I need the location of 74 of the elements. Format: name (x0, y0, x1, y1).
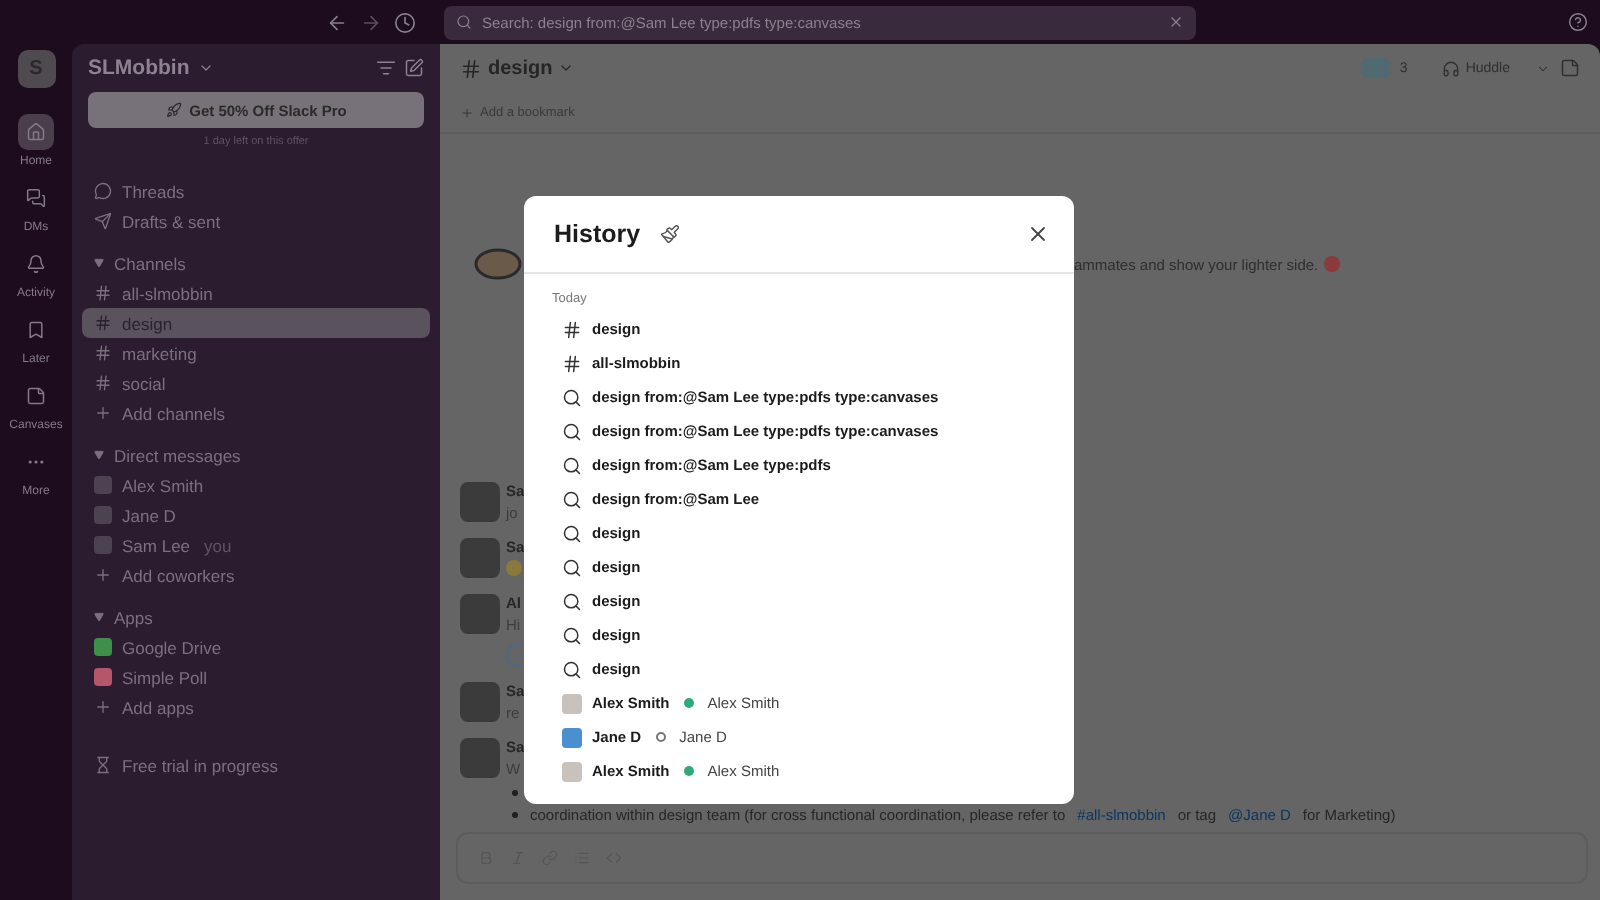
avatar-photo (460, 482, 500, 522)
plus-icon (94, 566, 112, 584)
sidebar-item[interactable]: marketing (82, 338, 430, 368)
sidebar-item[interactable]: social (82, 368, 430, 398)
avatar-photo (460, 538, 500, 578)
avatar-photo (460, 682, 500, 722)
workspace-name[interactable]: SLMobbin (88, 56, 190, 80)
search-icon (562, 455, 582, 475)
home-icon (26, 122, 46, 142)
sidebar-item[interactable]: Google Drive (82, 632, 430, 662)
hourglass-icon (94, 756, 112, 774)
brush-icon (660, 224, 681, 244)
forward-icon (360, 11, 382, 33)
close-icon (1026, 222, 1050, 246)
search-icon (562, 591, 582, 611)
sidebar-item[interactable]: Add apps (82, 692, 430, 722)
search-icon (562, 557, 582, 577)
sidebar-item[interactable]: Add coworkers (82, 560, 430, 590)
plus-icon (460, 105, 474, 119)
hash-icon (94, 284, 112, 302)
sidebar-item[interactable]: Alex Smith (82, 470, 430, 500)
search-icon (562, 421, 582, 441)
clear-icon (1168, 14, 1184, 30)
search-icon (562, 523, 582, 543)
sidebar-item[interactable]: Simple Poll (82, 662, 430, 692)
bullet-dot (512, 812, 518, 818)
section-header[interactable]: Channels (82, 248, 430, 278)
you-label: you (204, 535, 232, 555)
filter-icon (376, 58, 396, 78)
dialog-title: History (554, 220, 641, 248)
plus-icon (94, 698, 112, 716)
hash-icon (94, 374, 112, 392)
hash-icon (94, 314, 112, 332)
section-header[interactable]: Direct messages (82, 440, 430, 470)
avatar-photo (460, 738, 500, 778)
hash-icon (562, 319, 582, 339)
hash-icon (460, 57, 482, 79)
help-icon (1568, 12, 1588, 32)
caret-icon (94, 450, 104, 460)
chevron-icon (197, 60, 214, 76)
plate-drawing (474, 246, 522, 282)
sidebar-item[interactable]: Add channels (82, 398, 430, 428)
bullet-dot (512, 790, 518, 796)
sidebar-item[interactable]: Jane D (82, 500, 430, 530)
threads-icon (94, 182, 112, 200)
search-icon (562, 489, 582, 509)
sidebar-item[interactable]: all-slmobbin (82, 278, 430, 308)
caret-icon (94, 612, 104, 622)
channel-title[interactable]: design (488, 57, 553, 79)
back-icon (326, 11, 348, 33)
avatar-photo (460, 594, 500, 634)
search-icon (456, 14, 472, 30)
section-header[interactable]: Apps (82, 602, 430, 632)
caret-icon (94, 258, 104, 268)
nav-item[interactable]: Drafts & sent (82, 206, 430, 236)
chevron-icon (558, 60, 575, 76)
search-icon (562, 387, 582, 407)
emoji-icon (1324, 256, 1341, 272)
drafts-icon (94, 212, 112, 230)
nav-item[interactable]: Threads (82, 176, 430, 206)
history-icon (394, 11, 416, 33)
trial-item[interactable]: Free trial in progress (82, 750, 430, 780)
close-button[interactable] (1026, 222, 1050, 246)
hash-icon (94, 344, 112, 362)
plus-icon (94, 404, 112, 422)
compose-icon (404, 58, 424, 78)
chevron-icon (1536, 61, 1550, 75)
search-icon (562, 659, 582, 679)
sidebar-item[interactable]: Sam Lee you (82, 530, 430, 560)
search-icon (562, 625, 582, 645)
rocket-icon (165, 102, 182, 118)
canvas-icon (1560, 58, 1580, 78)
hash-icon (562, 353, 582, 373)
headphones-icon (1441, 59, 1460, 77)
